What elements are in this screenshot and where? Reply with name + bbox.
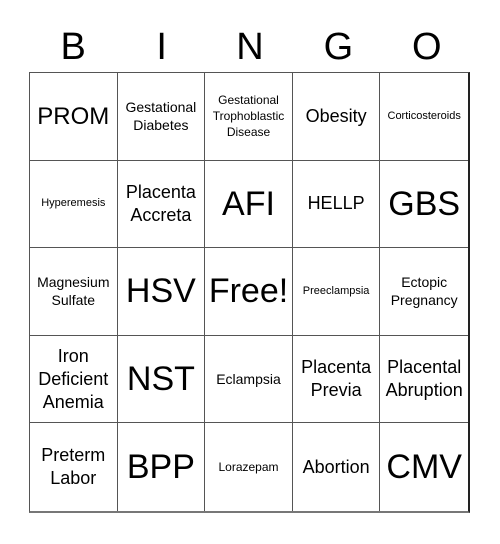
cell-text: Placenta Accreta [125, 181, 196, 225]
bingo-cell[interactable]: BPP [118, 423, 206, 511]
bingo-cell[interactable]: Ectopic Pregnancy [380, 248, 468, 336]
cell-text: Lorazepam [218, 460, 279, 475]
bingo-cell[interactable]: Placental Abruption [380, 336, 468, 424]
header-letter-o: O [412, 26, 442, 68]
bingo-cell[interactable]: HSV [117, 248, 206, 336]
cell-text: AFI [222, 184, 275, 223]
cell-text: Eclampsia [216, 371, 281, 388]
bingo-cell[interactable]: Obesity [292, 73, 381, 161]
bingo-cell[interactable]: Gestational Diabetes [117, 73, 206, 161]
cell-text: Gestational Diabetes [125, 99, 197, 134]
bingo-cell[interactable]: Preterm Labor [30, 423, 118, 511]
cell-text: Hyperemesis [41, 197, 106, 210]
bingo-cell[interactable]: Iron Deficient Anemia [30, 335, 118, 424]
cell-text: Abortion [302, 456, 370, 477]
cell-text: Free! [208, 272, 289, 311]
bingo-cell[interactable]: Corticosteroids [380, 73, 468, 161]
cell-text: HSV [125, 272, 196, 311]
header-letter-i: I [156, 26, 167, 68]
bingo-cell[interactable]: Preeclampsia [292, 248, 381, 336]
cell-text: Preeclampsia [302, 284, 370, 297]
bingo-cell[interactable]: Placenta Previa [292, 335, 381, 424]
cell-text: Corticosteroids [387, 109, 461, 122]
bingo-cell[interactable]: CMV [380, 423, 468, 511]
bingo-cell[interactable]: HELLP [292, 160, 381, 249]
cell-text: Obesity [305, 105, 367, 126]
cell-text: GBS [388, 184, 461, 223]
bingo-grid: PROM Gestational Diabetes Gestational Tr… [29, 72, 470, 513]
header-letter-b: B [60, 26, 86, 68]
cell-text: PROM [37, 102, 110, 130]
header-letter-g: G [323, 26, 354, 68]
free-space-cell[interactable]: Free! [205, 248, 293, 336]
bingo-cell[interactable]: PROM [30, 73, 118, 161]
bingo-cell[interactable]: AFI [205, 160, 293, 249]
bingo-cell[interactable]: Gestational Trophoblastic Disease [205, 73, 293, 161]
cell-text: Placenta Previa [301, 357, 372, 401]
cell-text: CMV [386, 448, 462, 487]
bingo-cell[interactable]: Eclampsia [205, 335, 293, 424]
bingo-cell[interactable]: Hyperemesis [30, 160, 118, 249]
bingo-cell[interactable]: Placenta Accreta [117, 160, 206, 249]
cell-text: Iron Deficient Anemia [38, 345, 109, 412]
cell-text: Ectopic Pregnancy [390, 274, 458, 309]
bingo-cell[interactable]: NST [117, 335, 206, 424]
bingo-cell[interactable]: Abortion [293, 423, 381, 511]
cell-text: Placental Abruption [385, 357, 463, 401]
cell-text: BPP [126, 448, 195, 487]
cell-text: Preterm Labor [41, 445, 106, 489]
cell-text: Gestational Trophoblastic Disease [212, 93, 285, 140]
cell-text: Magnesium Sulfate [37, 274, 110, 309]
cell-text: NST [126, 360, 195, 399]
bingo-cell[interactable]: Lorazepam [205, 423, 293, 511]
cell-text: HELLP [307, 193, 365, 214]
header-letter-n: N [236, 26, 264, 68]
bingo-cell[interactable]: GBS [380, 161, 468, 249]
bingo-header: B I N G O [29, 22, 471, 72]
bingo-cell[interactable]: Magnesium Sulfate [30, 248, 118, 336]
